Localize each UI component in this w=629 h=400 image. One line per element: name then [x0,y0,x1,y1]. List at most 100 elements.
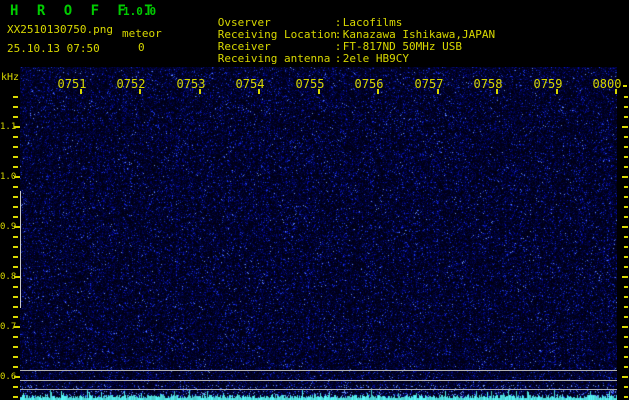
tick-mark [624,186,628,188]
station-info: Ovserver:Lacofilms Receiving Location:Ka… [178,5,495,65]
time-tick-label: 0800 [592,77,622,91]
freq-tick-label: 0.6 [0,372,17,382]
time-tick-label: 0756 [354,77,384,91]
tick-mark [13,186,18,188]
time-tick-label: 0751 [57,77,87,91]
tick-mark [624,266,628,268]
tick-mark [258,89,260,94]
tick-mark [13,366,18,368]
tick-mark [13,146,18,148]
tick-mark [13,116,18,118]
tick-mark [13,346,18,348]
time-tick-label: 0755 [295,77,325,91]
lower-marker-line [20,389,617,390]
tick-mark [496,89,498,94]
lower-marker-line [20,380,617,381]
time-tick-label: 0759 [533,77,563,91]
meteor-count-value: 0 [138,41,145,54]
tick-mark [624,216,628,218]
tick-mark [13,386,18,388]
tick-mark [13,96,18,98]
tick-mark [624,236,628,238]
tick-mark [624,346,628,348]
antenna-label: Receiving antenna [217,52,331,65]
tick-mark [13,316,18,318]
app-version: 1.0.0 [123,5,157,18]
tick-mark [624,296,628,298]
freq-tick-label: 1.1 [0,122,17,132]
tick-mark [437,89,439,94]
tick-mark [13,286,18,288]
tick-mark [139,89,141,94]
freq-tick-label: 1.0 [0,172,17,182]
tick-mark [624,306,628,308]
tick-mark [624,246,628,248]
station-row-observer: Ovserver:Lacofilms [178,5,495,29]
tick-mark [13,256,18,258]
tick-mark [624,356,628,358]
tick-mark [377,89,379,94]
tick-mark [14,326,20,328]
tick-mark [318,89,320,94]
tick-mark [13,156,18,158]
tick-mark [622,376,628,378]
tick-mark [624,316,628,318]
tick-mark [623,85,627,87]
tick-mark [622,226,628,228]
tick-mark [624,116,628,118]
tick-mark [624,146,628,148]
time-tick-label: 0754 [235,77,265,91]
tick-mark [622,276,628,278]
tick-mark [14,126,20,128]
tick-mark [624,206,628,208]
tick-mark [624,396,628,398]
tick-mark [13,396,18,398]
antenna-value: 2ele HB9CY [342,52,409,65]
echo-search-range-marker [20,191,21,308]
tick-mark [624,336,628,338]
spectrogram-canvas [20,67,617,400]
tick-mark [622,326,628,328]
tick-mark [624,286,628,288]
tick-mark [13,336,18,338]
tick-mark [13,206,18,208]
tick-mark [13,306,18,308]
freq-tick-label: 0.9 [0,222,17,232]
tick-mark [624,386,628,388]
tick-mark [556,89,558,94]
tick-mark [14,276,20,278]
tick-mark [624,156,628,158]
tick-mark [199,89,201,94]
hrofft-window: H R O F F T 1.0.0 XX2510130750.png meteo… [0,0,629,400]
tick-mark [13,196,18,198]
freq-tick-label: 0.7 [0,322,17,332]
output-filename: XX2510130750.png [7,23,113,36]
tick-mark [624,256,628,258]
tick-mark [13,216,18,218]
tick-mark [14,376,20,378]
tick-mark [80,89,82,94]
tick-mark [624,166,628,168]
tick-mark [624,136,628,138]
tick-mark [624,196,628,198]
time-tick-label: 0753 [176,77,206,91]
tick-mark [13,356,18,358]
date-time-label: 25.10.13 07:50 [7,42,100,55]
time-tick-label: 0757 [414,77,444,91]
tick-mark [622,176,628,178]
tick-mark [622,126,628,128]
tick-mark [13,166,18,168]
tick-mark [13,136,18,138]
time-tick-label: 0758 [473,77,503,91]
freq-tick-label: 0.8 [0,272,17,282]
time-tick-label: 0752 [116,77,146,91]
tick-mark [13,296,18,298]
tick-mark [13,106,18,108]
tick-mark [13,246,18,248]
lower-marker-line [20,370,617,371]
tick-mark [615,89,617,94]
freq-axis-unit: kHz [1,72,20,83]
tick-mark [624,106,628,108]
tick-mark [624,96,628,98]
tick-mark [624,366,628,368]
